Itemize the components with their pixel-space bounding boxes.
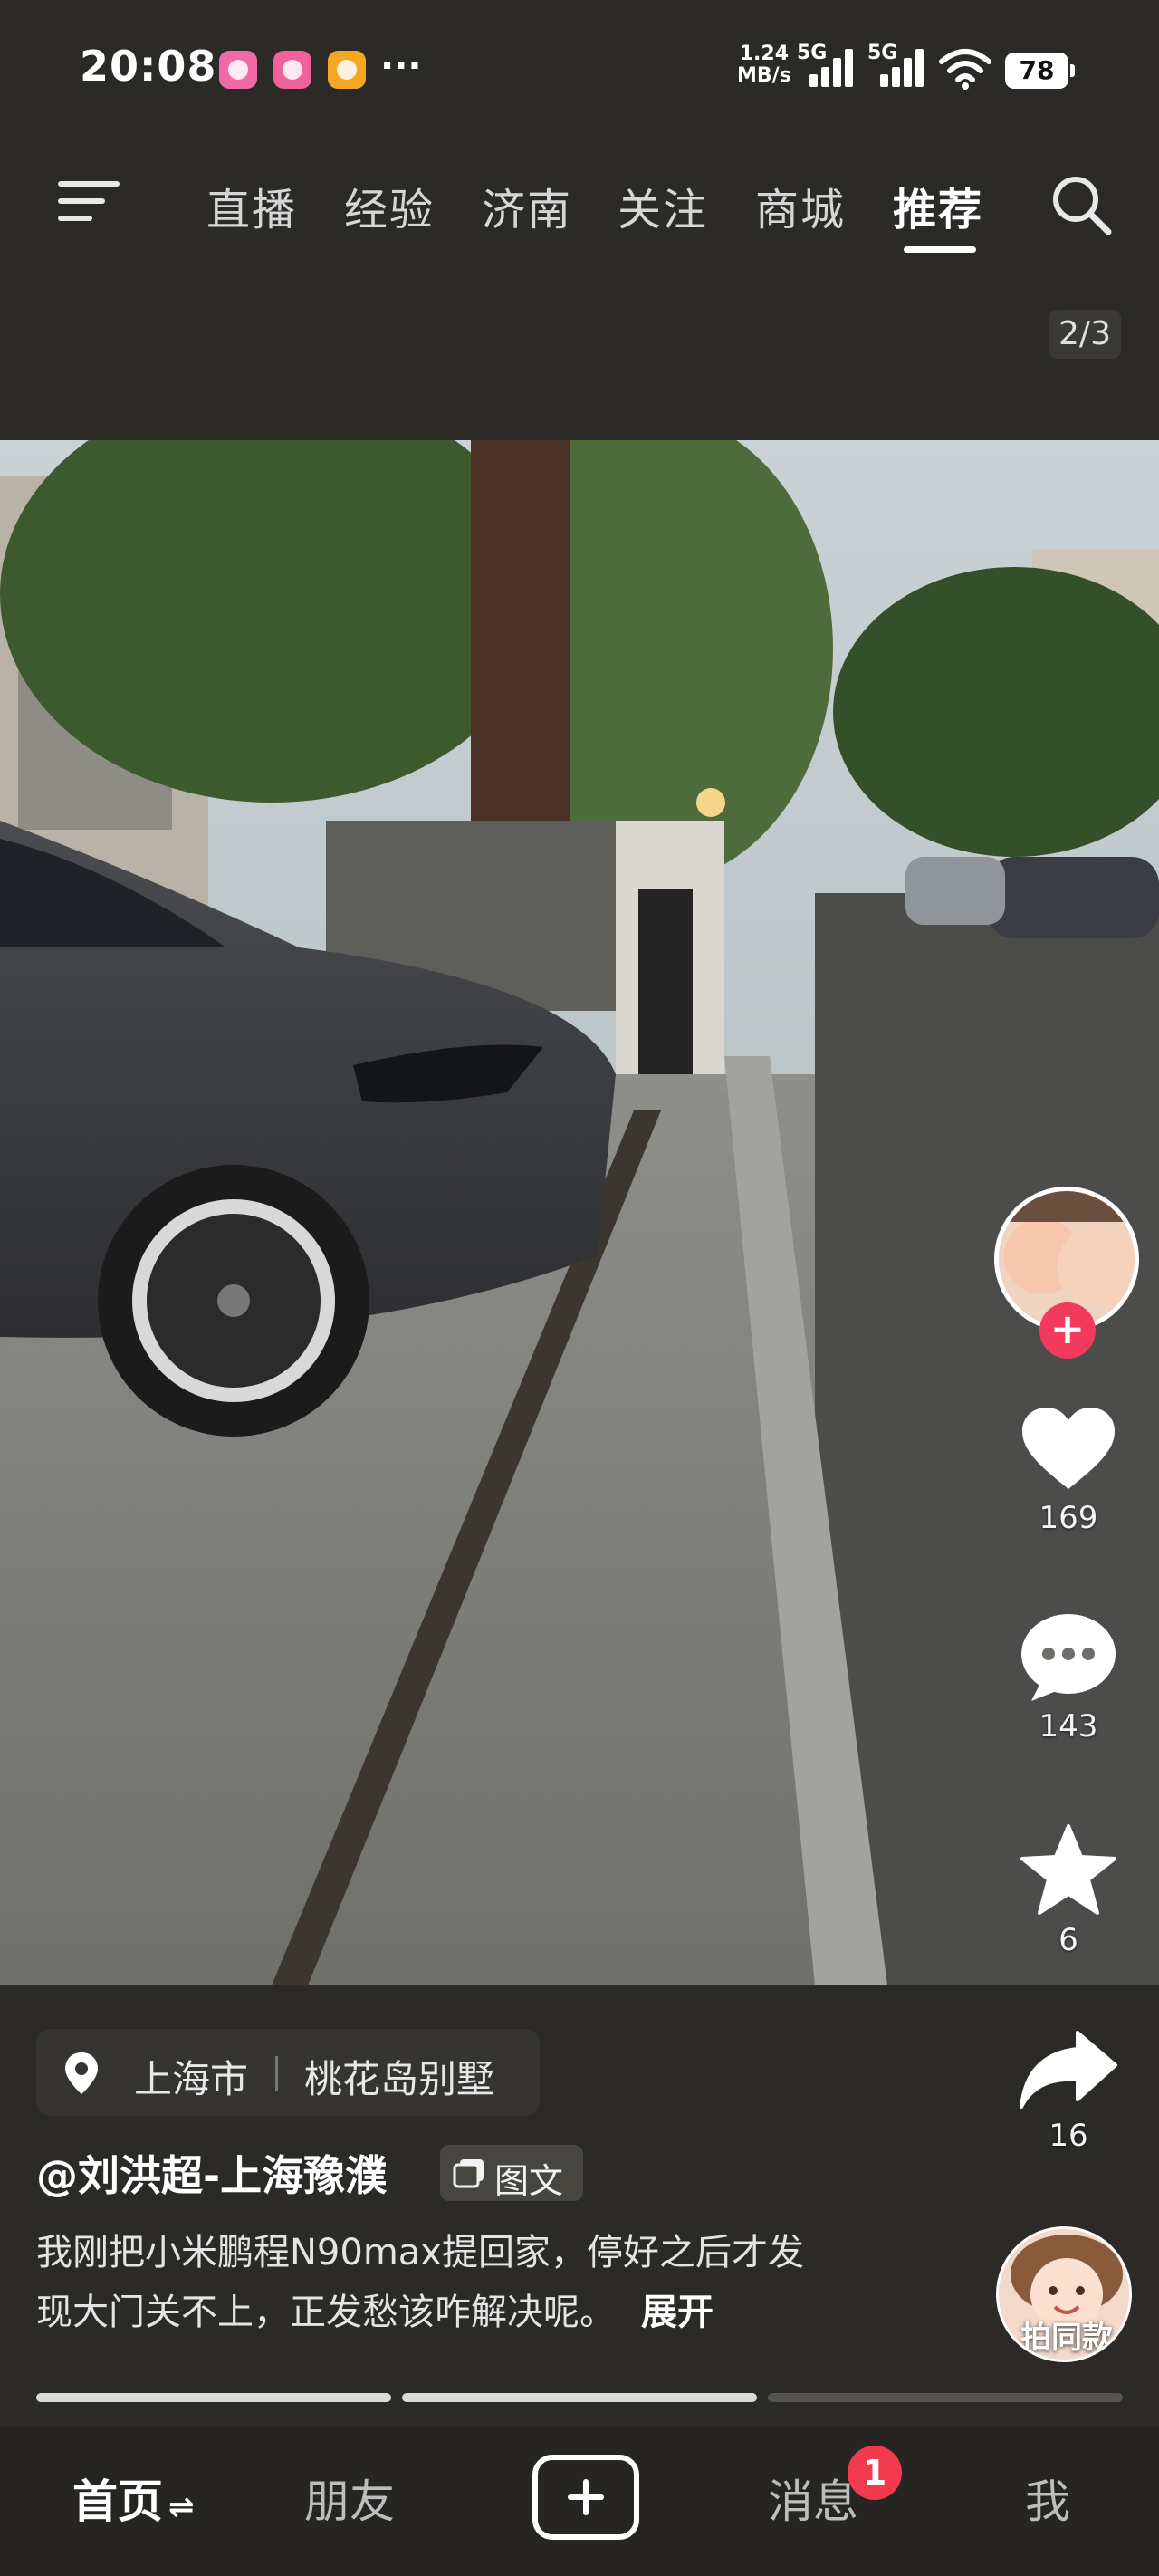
location-place: 桃花岛别墅 <box>304 2057 495 2101</box>
favorite-count: 6 <box>1058 1922 1078 1958</box>
nav-home-label: 首页 <box>72 2475 163 2528</box>
app-notification-icon-1 <box>219 51 257 89</box>
image-text-icon <box>453 2159 484 2188</box>
location-pin-icon <box>65 2052 98 2094</box>
tab-experience[interactable]: 经验 <box>344 174 435 237</box>
network-speed-value: 1.24 <box>739 43 790 65</box>
nav-home[interactable]: 首页 ⇌ <box>72 2465 195 2531</box>
tab-following[interactable]: 关注 <box>618 174 708 237</box>
post-caption[interactable]: 我刚把小米鹏程N90max提回家，停好之后才发 现大门关不上，正发愁该咋解决呢。… <box>36 2223 905 2342</box>
expand-button[interactable]: 展开 <box>641 2292 714 2333</box>
tab-mall[interactable]: 商城 <box>755 174 846 237</box>
wifi-icon <box>939 49 991 90</box>
nav-me[interactable]: 我 <box>1025 2465 1070 2531</box>
caption-line-2-text: 现大门关不上，正发愁该咋解决呢。 <box>36 2292 616 2333</box>
tab-live[interactable]: 直播 <box>206 174 297 237</box>
same-style-button[interactable]: 拍同款 <box>996 2226 1132 2362</box>
nav-friends[interactable]: 朋友 <box>304 2465 395 2531</box>
share-arrow-icon <box>1020 2031 1117 2109</box>
follow-button[interactable]: + <box>1039 1302 1096 1359</box>
post-type-label: 图文 <box>494 2161 564 2201</box>
app-notification-icon-2 <box>273 51 311 89</box>
tab-recommend[interactable]: 推荐 <box>893 174 983 237</box>
progress-segment <box>36 2393 391 2402</box>
image-page-counter: 2/3 <box>1049 310 1121 359</box>
bottom-nav: 首页 ⇌ 朋友 消息 1 我 <box>0 2427 1159 2576</box>
nav-messages[interactable]: 消息 <box>768 2465 858 2531</box>
same-style-label: 拍同款 <box>1020 2320 1113 2356</box>
create-post-button[interactable] <box>532 2455 639 2540</box>
like-button[interactable]: 169 <box>1012 1404 1125 1536</box>
location-divider <box>275 2056 278 2091</box>
network-speed-unit: MB/s <box>737 64 791 87</box>
active-tab-indicator <box>904 246 976 253</box>
refresh-toggle-icon: ⇌ <box>168 2489 195 2525</box>
author-avatar-group[interactable]: + <box>994 1187 1139 1359</box>
share-button[interactable]: 16 <box>1012 2029 1125 2154</box>
top-nav: 直播 经验 济南 关注 商城 推荐 <box>0 154 1159 254</box>
like-count: 169 <box>1039 1500 1098 1536</box>
network-speed: 1.24 MB/s <box>737 43 791 87</box>
author-name[interactable]: @刘洪超-上海豫濮 <box>36 2143 387 2203</box>
messages-badge: 1 <box>848 2446 902 2500</box>
post-image[interactable] <box>0 440 1159 1985</box>
star-icon <box>1020 1824 1116 1915</box>
share-count: 16 <box>1049 2118 1088 2154</box>
progress-segment <box>768 2393 1123 2402</box>
comment-count: 143 <box>1039 1708 1098 1745</box>
battery-icon: 78 <box>1005 53 1075 89</box>
status-bar: 20:08 ··· 1.24 MB/s 5G 5G 78 <box>0 0 1159 136</box>
signal-icon <box>880 47 929 87</box>
location-tag[interactable]: 上海市 桃花岛别墅 <box>36 2029 540 2116</box>
menu-icon[interactable] <box>58 176 121 226</box>
caption-line-1: 我刚把小米鹏程N90max提回家，停好之后才发 <box>36 2232 804 2273</box>
app-notification-icon-3 <box>328 51 366 89</box>
progress-segment <box>402 2393 757 2402</box>
status-time: 20:08 <box>80 42 217 91</box>
favorite-button[interactable]: 6 <box>1012 1822 1125 1958</box>
signal-icon <box>809 47 858 87</box>
post-type-badge: 图文 <box>440 2145 583 2201</box>
search-icon[interactable] <box>1047 170 1116 239</box>
status-more-indicator: ··· <box>380 45 422 87</box>
post-photo-illustration <box>0 440 1159 1985</box>
comment-icon <box>1021 1614 1116 1701</box>
caption-line-2: 现大门关不上，正发愁该咋解决呢。 展开 <box>36 2283 905 2342</box>
location-city: 上海市 <box>134 2057 249 2101</box>
comment-button[interactable]: 143 <box>1012 1612 1125 1745</box>
heart-icon <box>1022 1408 1115 1489</box>
tab-local-city[interactable]: 济南 <box>482 174 572 237</box>
